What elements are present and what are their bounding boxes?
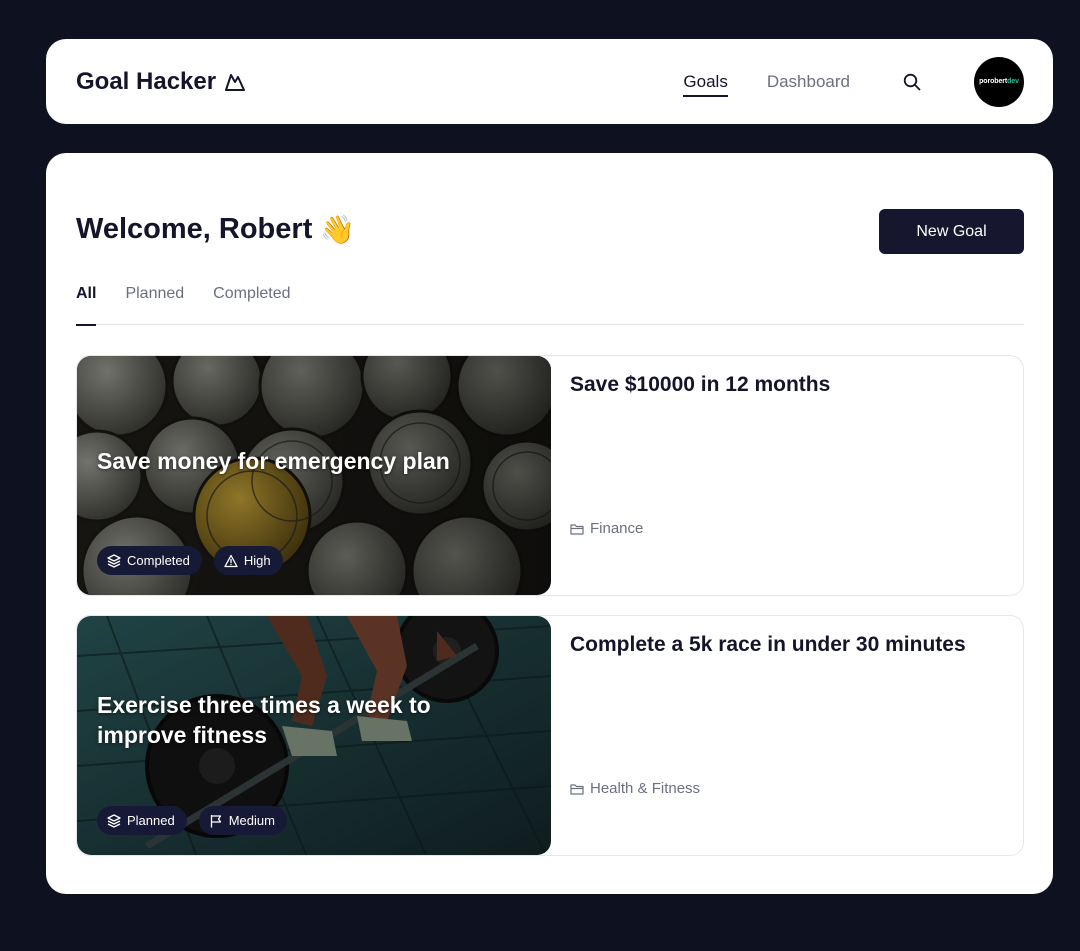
goal-filter-tabs: All Planned Completed bbox=[76, 285, 1024, 326]
tab-completed[interactable]: Completed bbox=[213, 285, 290, 325]
status-badge: Planned bbox=[97, 806, 187, 835]
nav-goals-label: Goals bbox=[683, 71, 728, 91]
priority-badge: Medium bbox=[198, 806, 287, 835]
goal-badges: Planned Medium bbox=[97, 806, 287, 835]
goal-overlay-title: Save money for emergency plan bbox=[97, 448, 450, 474]
avatar[interactable]: porobert dev bbox=[974, 56, 1024, 107]
layers-icon bbox=[107, 813, 121, 828]
new-goal-button[interactable]: New Goal bbox=[879, 209, 1024, 254]
priority-label: High bbox=[243, 553, 271, 568]
folder-icon bbox=[570, 523, 584, 535]
nav-goals[interactable]: Goals bbox=[683, 39, 729, 124]
tab-all[interactable]: All bbox=[76, 285, 97, 326]
welcome-text: Welcome, Robert bbox=[76, 213, 313, 245]
status-label: Completed bbox=[127, 553, 190, 568]
tab-planned[interactable]: Planned bbox=[125, 285, 184, 325]
nav-dashboard-label: Dashboard bbox=[766, 71, 850, 91]
brand-name: Goal Hacker bbox=[76, 67, 217, 95]
main-panel: Welcome, Robert 👋 New Goal All Planned C… bbox=[46, 153, 1053, 894]
layers-icon bbox=[107, 553, 121, 568]
goal-overlay-title: Exercise three times a week to improve f… bbox=[97, 692, 431, 748]
goal-card-body: Save $10000 in 12 months Finance bbox=[570, 356, 1023, 595]
priority-label: Medium bbox=[228, 813, 275, 828]
search-icon bbox=[903, 73, 921, 90]
goal-category: Health & Fitness bbox=[570, 780, 700, 797]
goal-category: Finance bbox=[570, 520, 643, 537]
nav-links: Goals Dashboard porobert dev bbox=[683, 39, 1024, 124]
wave-emoji: 👋 bbox=[320, 214, 356, 245]
brand[interactable]: Goal Hacker bbox=[76, 68, 246, 96]
avatar-text-accent: dev bbox=[1007, 78, 1019, 85]
status-badge: Completed bbox=[97, 546, 202, 575]
page-title: Welcome, Robert 👋 bbox=[76, 213, 355, 246]
goal-card-image: Save money for emergency plan Completed bbox=[77, 356, 551, 595]
goal-title: Complete a 5k race in under 30 minutes bbox=[570, 633, 966, 656]
goal-card-body: Complete a 5k race in under 30 minutes H… bbox=[570, 616, 1023, 855]
mountain-icon bbox=[225, 73, 246, 91]
flag-icon bbox=[210, 814, 221, 828]
nav-dashboard[interactable]: Dashboard bbox=[767, 39, 850, 124]
alert-triangle-icon bbox=[224, 554, 238, 567]
goal-card-image: Exercise three times a week to improve f… bbox=[77, 616, 551, 855]
avatar-text-main: porobert bbox=[979, 78, 1008, 85]
folder-icon bbox=[570, 783, 584, 795]
goal-badges: Completed High bbox=[97, 546, 283, 575]
top-navbar: Goal Hacker Goals Dashboard porobert dev bbox=[46, 39, 1053, 124]
goal-category-label: Finance bbox=[590, 520, 644, 537]
search-button[interactable] bbox=[900, 70, 924, 94]
goal-category-label: Health & Fitness bbox=[590, 780, 701, 797]
priority-badge: High bbox=[213, 546, 283, 575]
status-label: Planned bbox=[127, 813, 175, 828]
goal-card[interactable]: Save money for emergency plan Completed bbox=[76, 355, 1024, 596]
goal-title: Save $10000 in 12 months bbox=[570, 373, 831, 396]
goal-card[interactable]: Exercise three times a week to improve f… bbox=[76, 615, 1024, 856]
